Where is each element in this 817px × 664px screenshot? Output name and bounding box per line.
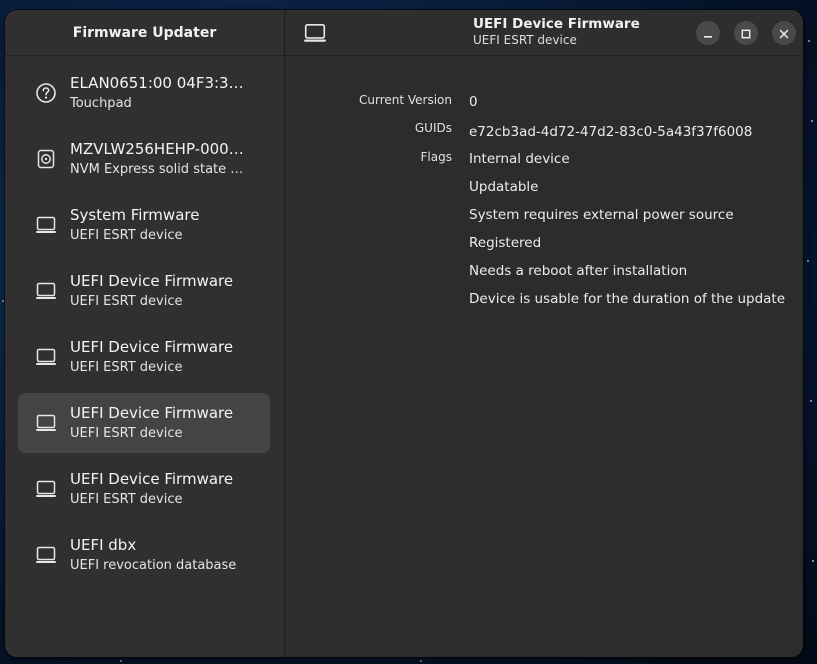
device-item-uefi-device-firmware-3-selected[interactable]: UEFI Device Firmware UEFI ESRT device [18,393,270,453]
flag-item: System requires external power source [469,207,734,223]
computer-icon [34,279,58,303]
device-item-uefi-dbx[interactable]: UEFI dbx UEFI revocation database [18,525,270,585]
computer-icon [34,345,58,369]
device-subtitle: UEFI ESRT device [70,360,183,375]
device-item-uefi-device-firmware-1[interactable]: UEFI Device Firmware UEFI ESRT device [18,261,270,321]
header-titles: UEFI Device Firmware UEFI ESRT device [473,16,640,48]
device-name: UEFI Device Firmware [70,338,234,356]
device-list: ELAN0651:00 04F3:3… Touchpad MZVLW256HEH… [18,63,270,591]
current-version-label: Current Version [358,93,452,107]
header-title: UEFI Device Firmware [473,16,640,32]
device-name: System Firmware [70,206,200,224]
device-name: MZVLW256HEHP-000… [70,140,244,158]
flags-label: Flags [420,150,452,164]
device-subtitle: NVM Express solid state … [70,162,244,177]
computer-icon [34,477,58,501]
flag-item: Device is usable for the duration of the… [469,291,786,307]
sidebar: Firmware Updater ELAN0651:00 04F3:3… Tou… [5,10,285,657]
maximize-icon [741,24,751,43]
device-item-system-firmware[interactable]: System Firmware UEFI ESRT device [18,195,270,255]
minimize-icon [703,24,713,43]
device-subtitle: UEFI ESRT device [70,492,183,507]
headerbar: UEFI Device Firmware UEFI ESRT device [285,10,803,56]
device-subtitle: UEFI ESRT device [70,426,183,441]
computer-icon [34,213,58,237]
device-item-uefi-device-firmware-4[interactable]: UEFI Device Firmware UEFI ESRT device [18,459,270,519]
current-version-value: 0 [469,94,478,110]
computer-icon [34,543,58,567]
maximize-button[interactable] [734,21,758,45]
firmware-updater-window: Firmware Updater ELAN0651:00 04F3:3… Tou… [5,10,803,657]
device-item-touchpad[interactable]: ELAN0651:00 04F3:3… Touchpad [18,63,270,123]
device-name: UEFI dbx [70,536,137,554]
flag-item: Needs a reboot after installation [469,263,688,279]
app-title: Firmware Updater [72,24,217,41]
device-details-pane: UEFI Device Firmware UEFI ESRT device Cu… [285,10,803,657]
device-item-uefi-device-firmware-2[interactable]: UEFI Device Firmware UEFI ESRT device [18,327,270,387]
device-name: UEFI Device Firmware [70,404,234,422]
flag-item: Updatable [469,179,539,195]
minimize-button[interactable] [696,21,720,45]
sidebar-header: Firmware Updater [5,10,284,56]
device-subtitle: UEFI ESRT device [70,294,183,309]
device-subtitle: UEFI ESRT device [70,228,183,243]
device-subtitle: UEFI revocation database [70,558,237,573]
device-name: ELAN0651:00 04F3:3… [70,74,244,92]
help-circle-icon [34,81,58,105]
header-subtitle: UEFI ESRT device [473,33,577,47]
disk-drive-icon [34,147,58,171]
device-subtitle: Touchpad [70,96,132,111]
close-button[interactable] [772,21,796,45]
close-icon [779,24,789,43]
computer-icon [303,21,327,45]
guids-value: e72cb3ad-4d72-47d2-83c0-5a43f37f6008 [469,124,753,140]
computer-icon [34,411,58,435]
flag-item: Internal device [469,151,570,167]
device-item-nvme[interactable]: MZVLW256HEHP-000… NVM Express solid stat… [18,129,270,189]
device-name: UEFI Device Firmware [70,470,234,488]
guids-label: GUIDs [414,121,452,135]
flag-item: Registered [469,235,542,251]
device-name: UEFI Device Firmware [70,272,234,290]
